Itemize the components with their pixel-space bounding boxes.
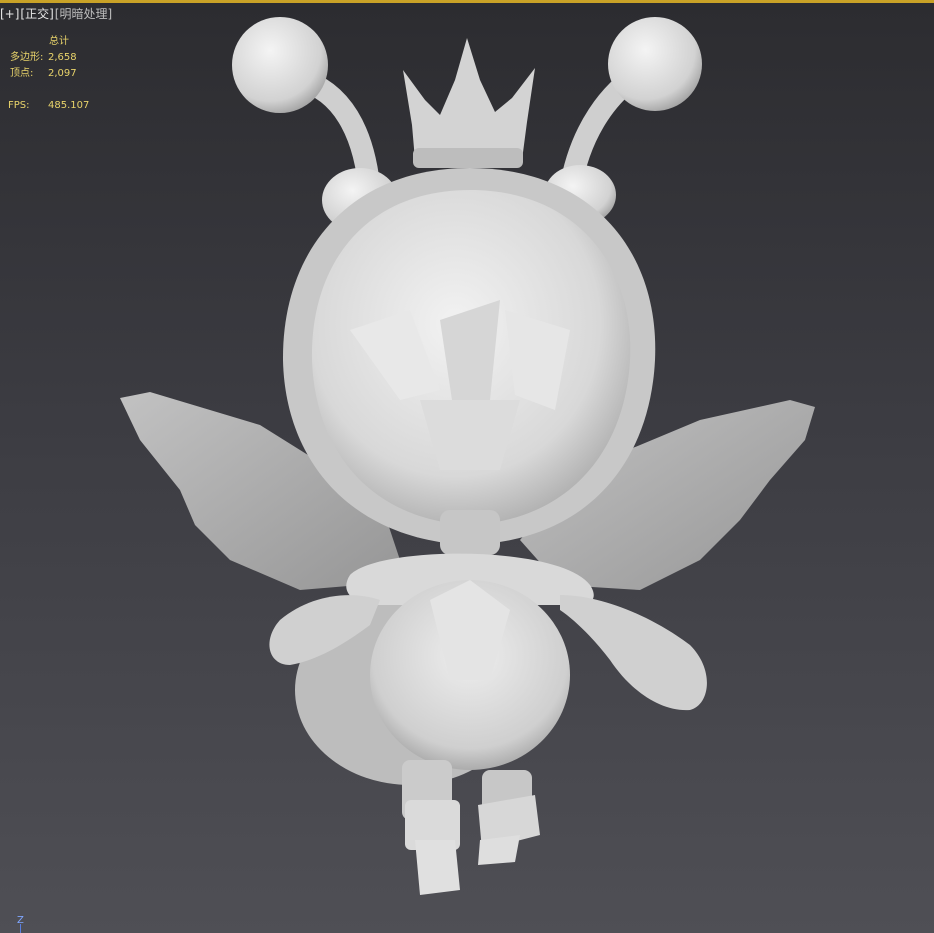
bee-character-model[interactable] (0, 0, 934, 933)
3d-viewport[interactable]: [+] [正交] [明暗处理] 总计 多边形: 2,658 顶点: 2,097 … (0, 0, 934, 933)
body (295, 553, 594, 785)
crown (403, 38, 535, 168)
legs (402, 760, 540, 895)
neck (440, 510, 500, 555)
right-arm (560, 595, 707, 711)
head (282, 165, 656, 545)
axis-z-line (20, 924, 21, 933)
